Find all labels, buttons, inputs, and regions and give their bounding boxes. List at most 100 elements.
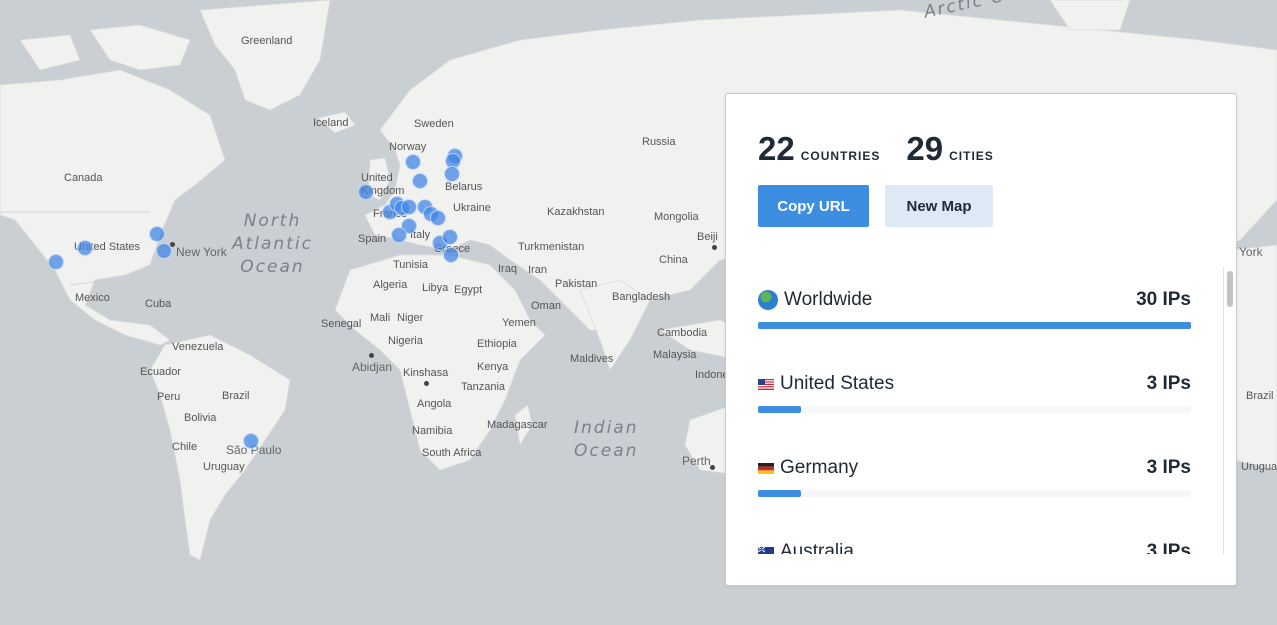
label-iran: Iran	[528, 264, 547, 276]
row-label: Germany	[780, 457, 859, 478]
row-label: Worldwide	[784, 289, 873, 310]
cities-label: CITIES	[949, 149, 994, 163]
cities-count: 29	[906, 130, 944, 167]
label-niger: Niger	[397, 312, 424, 324]
row-label: United States	[780, 373, 895, 394]
countries-count: 22	[758, 130, 795, 167]
label-ukraine: Ukraine	[453, 202, 491, 214]
ip-marker[interactable]	[442, 229, 458, 245]
progress-fill	[758, 406, 802, 413]
label-spain: Spain	[358, 233, 387, 245]
label-perth: Perth	[682, 454, 711, 468]
row-count: 3 IPs	[1146, 373, 1191, 394]
progress-track	[758, 490, 1191, 497]
label-iraq: Iraq	[498, 263, 517, 275]
label-north-atlantic-ocean: North Atlantic Ocean	[232, 211, 313, 277]
city-dot-abidjan	[368, 352, 374, 358]
label-egypt: Egypt	[454, 284, 483, 296]
list-item-worldwide[interactable]: Worldwide 30 IPs	[758, 266, 1191, 350]
label-yemen: Yemen	[502, 317, 536, 329]
label-brazil-right: Brazil	[1246, 390, 1274, 402]
ip-marker[interactable]	[430, 210, 446, 226]
label-sweden: Sweden	[414, 118, 454, 130]
label-ecuador: Ecuador	[140, 366, 181, 378]
de-flag-icon	[758, 462, 774, 474]
ip-marker[interactable]	[48, 254, 64, 270]
label-turkmenistan: Turkmenistan	[518, 241, 585, 253]
label-tunisia: Tunisia	[393, 259, 429, 271]
ip-marker[interactable]	[401, 199, 417, 215]
label-indonesia: Indone	[695, 369, 729, 381]
row-count: 30 IPs	[1136, 289, 1191, 310]
list-item-germany[interactable]: Germany 3 IPs	[758, 434, 1191, 518]
label-greenland: Greenland	[241, 35, 293, 47]
label-chile: Chile	[172, 441, 198, 453]
row-count: 3 IPs	[1146, 541, 1191, 554]
label-iceland: Iceland	[313, 117, 349, 129]
label-madagascar: Madagascar	[487, 419, 548, 431]
label-namibia: Namibia	[412, 425, 453, 437]
ip-marker[interactable]	[358, 184, 374, 200]
label-nigeria: Nigeria	[388, 335, 423, 347]
label-mali: Mali	[370, 312, 391, 324]
ip-marker[interactable]	[149, 226, 165, 242]
label-senegal: Senegal	[321, 318, 362, 330]
ip-marker[interactable]	[77, 240, 93, 256]
ip-marker[interactable]	[391, 227, 407, 243]
row-label: Australia	[780, 541, 854, 554]
label-angola: Angola	[417, 398, 452, 410]
list-item-australia[interactable]: Australia 3 IPs	[758, 518, 1191, 554]
label-south-africa: South Africa	[422, 447, 482, 459]
ip-marker[interactable]	[405, 154, 421, 170]
au-flag-icon	[758, 546, 774, 554]
city-dot-beijing	[711, 244, 717, 250]
label-indian-ocean: Indian Ocean	[574, 418, 639, 461]
globe-icon	[758, 290, 778, 310]
label-new-york: New York	[176, 245, 227, 259]
label-oman: Oman	[531, 300, 561, 312]
label-libya: Libya	[422, 282, 449, 294]
label-norway: Norway	[389, 141, 427, 153]
label-mexico: Mexico	[75, 292, 110, 304]
progress-track	[758, 322, 1191, 329]
label-belarus: Belarus	[445, 181, 483, 193]
label-beijing: Beiji	[697, 231, 718, 243]
scrollbar-thumb[interactable]	[1227, 271, 1233, 307]
label-kazakhstan: Kazakhstan	[547, 206, 605, 218]
list-scrollbar[interactable]	[1223, 267, 1236, 555]
ip-marker[interactable]	[412, 173, 428, 189]
summary-stats: 22 COUNTRIES 29 CITIES	[758, 130, 1020, 168]
label-algeria: Algeria	[373, 279, 408, 291]
label-york-right: York	[1239, 245, 1263, 259]
label-china: China	[659, 254, 688, 266]
label-kinshasa: Kinshasa	[403, 367, 449, 379]
label-malaysia: Malaysia	[653, 349, 697, 361]
label-uruguay-right: Uruguay	[1241, 461, 1277, 473]
new-map-button[interactable]: New Map	[885, 185, 993, 227]
label-abidjan: Abidjan	[352, 360, 393, 374]
progress-track	[758, 406, 1191, 413]
us-flag-icon	[758, 378, 774, 390]
label-cuba: Cuba	[145, 298, 172, 310]
progress-fill	[758, 322, 1191, 329]
progress-fill	[758, 490, 802, 497]
label-uruguay: Uruguay	[203, 461, 245, 473]
label-pakistan: Pakistan	[555, 278, 598, 290]
label-russia: Russia	[642, 136, 676, 148]
ip-marker[interactable]	[444, 166, 460, 182]
label-venezuela: Venezuela	[172, 341, 224, 353]
city-dot-perth	[709, 464, 715, 470]
list-item-united-states[interactable]: United States 3 IPs	[758, 350, 1191, 434]
label-kenya: Kenya	[477, 361, 509, 373]
stats-panel: 22 COUNTRIES 29 CITIES Copy URL New Map …	[725, 93, 1237, 586]
label-cambodia: Cambodia	[657, 327, 708, 339]
copy-url-button[interactable]: Copy URL	[758, 185, 869, 227]
countries-label: COUNTRIES	[800, 149, 881, 163]
label-ethiopia: Ethiopia	[477, 338, 517, 350]
ip-marker[interactable]	[243, 433, 259, 449]
country-list[interactable]: Worldwide 30 IPs United States 3 IPs Ger…	[758, 266, 1191, 554]
ip-marker[interactable]	[156, 243, 172, 259]
ip-marker[interactable]	[443, 247, 459, 263]
label-canada: Canada	[64, 172, 103, 184]
label-mongolia: Mongolia	[654, 211, 699, 223]
